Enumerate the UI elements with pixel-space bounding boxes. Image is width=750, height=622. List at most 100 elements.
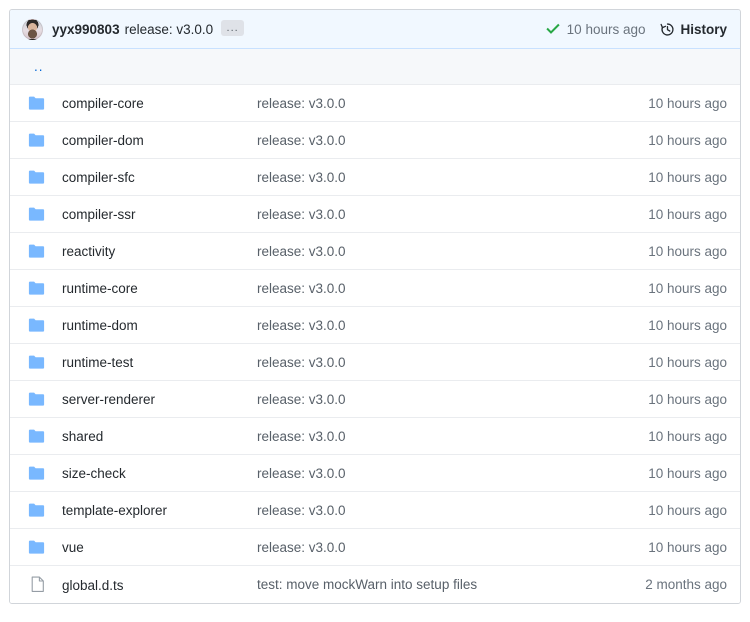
folder-icon xyxy=(28,207,45,222)
history-clock-icon xyxy=(660,22,675,37)
folder-icon xyxy=(28,96,45,111)
row-name-cell: compiler-sfc xyxy=(49,169,257,185)
row-age-cell: 10 hours ago xyxy=(590,244,740,259)
commit-message-link[interactable]: release: v3.0.0 xyxy=(257,133,346,148)
row-message-cell: release: v3.0.0 xyxy=(257,466,590,481)
folder-icon xyxy=(28,281,45,296)
file-name-link[interactable]: shared xyxy=(62,429,103,444)
row-icon-cell xyxy=(10,576,49,593)
history-label: History xyxy=(680,22,727,37)
folder-icon xyxy=(28,170,45,185)
row-message-cell: release: v3.0.0 xyxy=(257,318,590,333)
commit-message-link[interactable]: release: v3.0.0 xyxy=(257,392,346,407)
file-browser: yyx990803 release: v3.0.0 ... 10 hours a… xyxy=(9,9,741,604)
row-name-cell: size-check xyxy=(49,465,257,481)
commit-message-link[interactable]: release: v3.0.0 xyxy=(257,281,346,296)
file-name-link[interactable]: vue xyxy=(62,540,84,555)
row-name-cell: vue xyxy=(49,539,257,555)
row-name-cell: compiler-core xyxy=(49,95,257,111)
commit-message-link[interactable]: release: v3.0.0 xyxy=(257,244,346,259)
row-message-cell: release: v3.0.0 xyxy=(257,207,590,222)
table-row-reactivity[interactable]: reactivity release: v3.0.0 10 hours ago xyxy=(10,233,740,270)
file-name-link[interactable]: compiler-ssr xyxy=(62,207,136,222)
table-row-size-check[interactable]: size-check release: v3.0.0 10 hours ago xyxy=(10,455,740,492)
table-row-vue[interactable]: vue release: v3.0.0 10 hours ago xyxy=(10,529,740,566)
commit-message-link[interactable]: release: v3.0.0 xyxy=(257,429,346,444)
row-age-cell: 10 hours ago xyxy=(590,133,740,148)
folder-icon xyxy=(28,466,45,481)
row-name-cell: compiler-dom xyxy=(49,132,257,148)
commit-message-link[interactable]: release: v3.0.0 xyxy=(257,170,346,185)
commit-message[interactable]: release: v3.0.0 xyxy=(125,22,214,37)
table-row-compiler-core[interactable]: compiler-core release: v3.0.0 10 hours a… xyxy=(10,85,740,122)
row-name-cell: global.d.ts xyxy=(49,577,257,593)
commit-message-link[interactable]: release: v3.0.0 xyxy=(257,503,346,518)
commit-message-link[interactable]: test: move mockWarn into setup files xyxy=(257,577,477,592)
file-name-link[interactable]: global.d.ts xyxy=(62,578,124,593)
table-row-compiler-sfc[interactable]: compiler-sfc release: v3.0.0 10 hours ag… xyxy=(10,159,740,196)
file-name-link[interactable]: runtime-test xyxy=(62,355,133,370)
row-icon-cell xyxy=(10,281,49,296)
folder-icon xyxy=(28,503,45,518)
commit-message-link[interactable]: release: v3.0.0 xyxy=(257,318,346,333)
row-age-cell: 10 hours ago xyxy=(590,540,740,555)
row-name-cell: runtime-core xyxy=(49,280,257,296)
row-age-cell: 10 hours ago xyxy=(590,318,740,333)
table-row-runtime-core[interactable]: runtime-core release: v3.0.0 10 hours ag… xyxy=(10,270,740,307)
row-message-cell: release: v3.0.0 xyxy=(257,355,590,370)
file-name-link[interactable]: server-renderer xyxy=(62,392,155,407)
table-row-compiler-dom[interactable]: compiler-dom release: v3.0.0 10 hours ag… xyxy=(10,122,740,159)
commit-message-link[interactable]: release: v3.0.0 xyxy=(257,96,346,111)
commit-expand-button[interactable]: ... xyxy=(221,20,244,36)
table-row-global.d.ts[interactable]: global.d.ts test: move mockWarn into set… xyxy=(10,566,740,603)
table-row-server-renderer[interactable]: server-renderer release: v3.0.0 10 hours… xyxy=(10,381,740,418)
file-name-link[interactable]: compiler-core xyxy=(62,96,144,111)
folder-icon xyxy=(28,244,45,259)
file-name-link[interactable]: template-explorer xyxy=(62,503,167,518)
commit-message-link[interactable]: release: v3.0.0 xyxy=(257,207,346,222)
row-icon-cell xyxy=(10,540,49,555)
avatar[interactable] xyxy=(22,19,43,40)
history-link[interactable]: History xyxy=(660,22,727,37)
file-name-link[interactable]: compiler-sfc xyxy=(62,170,135,185)
file-name-link[interactable]: reactivity xyxy=(62,244,115,259)
table-row-shared[interactable]: shared release: v3.0.0 10 hours ago xyxy=(10,418,740,455)
table-row-runtime-dom[interactable]: runtime-dom release: v3.0.0 10 hours ago xyxy=(10,307,740,344)
parent-directory-row[interactable]: .. xyxy=(10,49,740,85)
file-list: compiler-core release: v3.0.0 10 hours a… xyxy=(10,85,740,603)
row-name-cell: shared xyxy=(49,428,257,444)
check-icon xyxy=(546,22,560,36)
file-name-link[interactable]: runtime-core xyxy=(62,281,138,296)
row-icon-cell xyxy=(10,355,49,370)
row-age-cell: 10 hours ago xyxy=(590,429,740,444)
row-age-cell: 2 months ago xyxy=(590,577,740,592)
row-icon-cell xyxy=(10,466,49,481)
row-age-cell: 10 hours ago xyxy=(590,170,740,185)
row-age-cell: 10 hours ago xyxy=(590,466,740,481)
row-icon-cell xyxy=(10,207,49,222)
folder-icon xyxy=(28,540,45,555)
row-message-cell: release: v3.0.0 xyxy=(257,392,590,407)
row-icon-cell xyxy=(10,503,49,518)
commit-author[interactable]: yyx990803 xyxy=(52,22,120,37)
row-icon-cell xyxy=(10,318,49,333)
folder-icon xyxy=(28,392,45,407)
latest-commit-header: yyx990803 release: v3.0.0 ... 10 hours a… xyxy=(10,10,740,49)
file-name-link[interactable]: size-check xyxy=(62,466,126,481)
commit-message-link[interactable]: release: v3.0.0 xyxy=(257,540,346,555)
commit-time: 10 hours ago xyxy=(567,22,646,37)
row-icon-cell xyxy=(10,133,49,148)
table-row-compiler-ssr[interactable]: compiler-ssr release: v3.0.0 10 hours ag… xyxy=(10,196,740,233)
file-icon xyxy=(31,576,45,593)
table-row-runtime-test[interactable]: runtime-test release: v3.0.0 10 hours ag… xyxy=(10,344,740,381)
row-icon-cell xyxy=(10,96,49,111)
file-name-link[interactable]: compiler-dom xyxy=(62,133,144,148)
row-icon-cell xyxy=(10,429,49,444)
table-row-template-explorer[interactable]: template-explorer release: v3.0.0 10 hou… xyxy=(10,492,740,529)
file-name-link[interactable]: runtime-dom xyxy=(62,318,138,333)
parent-directory-link[interactable]: .. xyxy=(34,62,44,72)
row-message-cell: release: v3.0.0 xyxy=(257,133,590,148)
row-message-cell: release: v3.0.0 xyxy=(257,244,590,259)
commit-message-link[interactable]: release: v3.0.0 xyxy=(257,355,346,370)
commit-message-link[interactable]: release: v3.0.0 xyxy=(257,466,346,481)
